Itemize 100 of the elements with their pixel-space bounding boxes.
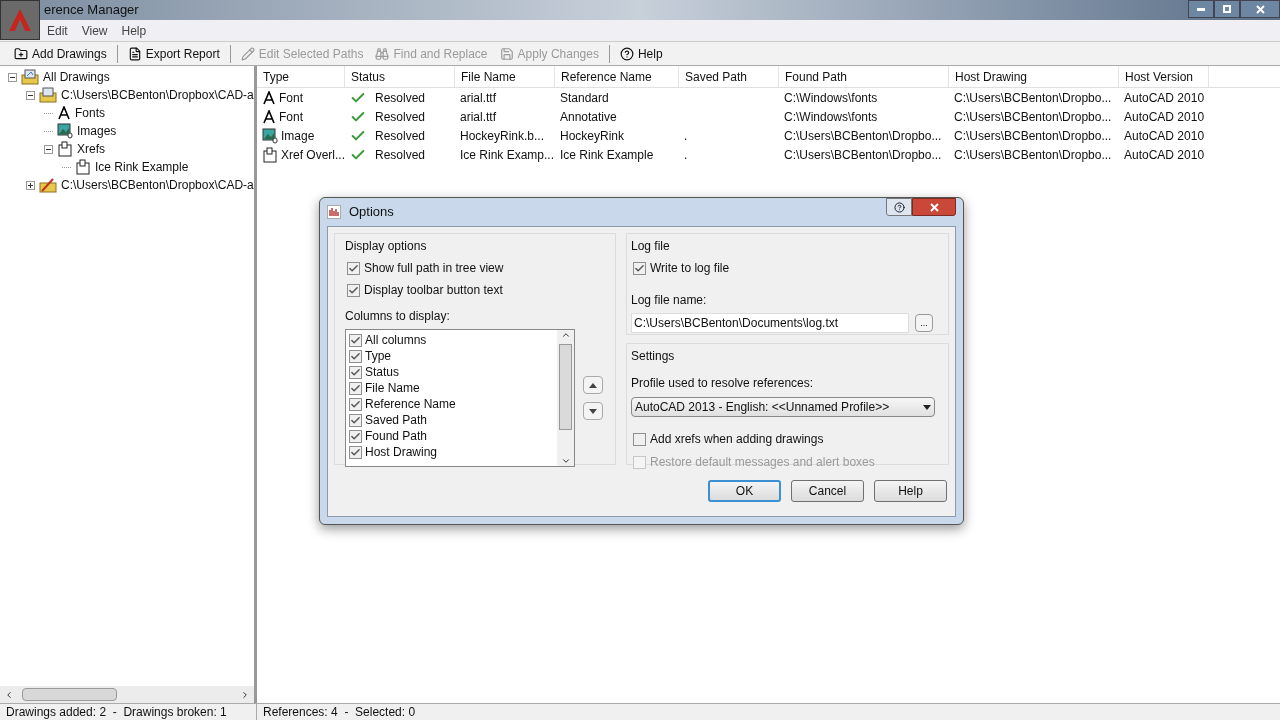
checkbox[interactable] [347, 283, 360, 297]
tree-item[interactable]: Ice Rink Example [95, 158, 189, 176]
tree-item[interactable]: All Drawings [43, 68, 110, 86]
restore-button[interactable] [1214, 0, 1240, 18]
table-cell-text: HockeyRink.b... [460, 127, 545, 145]
checkbox[interactable] [349, 445, 362, 459]
group-heading: Settings [631, 348, 676, 365]
checkbox[interactable] [633, 261, 646, 275]
checkbox[interactable] [349, 381, 362, 395]
list-item[interactable]: Status [365, 363, 400, 381]
tree-item[interactable]: C:\Users\BCBenton\Dropbox\CAD-a [61, 176, 254, 194]
drawing-file-icon [39, 87, 57, 103]
checkbox-label[interactable]: Write to log file [650, 259, 730, 277]
list-item[interactable]: All columns [365, 331, 427, 349]
table-cell-text: arial.ttf [460, 89, 496, 107]
column-header[interactable]: Saved Path [679, 66, 779, 87]
group-heading: Display options [345, 238, 428, 255]
table-cell-text: Resolved [375, 146, 426, 164]
table-cell-text: Resolved [375, 89, 426, 107]
field-label: Log file name: [631, 292, 708, 309]
checkbox[interactable] [633, 432, 646, 446]
list-item[interactable]: Saved Path [365, 411, 428, 429]
column-header[interactable]: Type [257, 66, 345, 87]
menu-item[interactable]: Help [114, 21, 154, 40]
table-cell-text: arial.ttf [460, 108, 496, 126]
group-heading: Log file [631, 238, 671, 255]
checkbox[interactable] [349, 413, 362, 427]
column-header[interactable]: Host Version [1119, 66, 1209, 87]
checkbox[interactable] [347, 261, 360, 275]
columns-list[interactable]: All columns Type Status File Name Reference Name Saved Path Found Path Host Drawing [345, 329, 575, 467]
close-icon [929, 202, 939, 212]
table-cell-text: Image [281, 127, 315, 145]
table-cell-text: C:\Windows\fonts [784, 89, 878, 107]
close-button[interactable] [1240, 0, 1280, 18]
status-text: References: 4 - Selected: 0 [262, 704, 417, 720]
tree-item[interactable]: Images [77, 122, 117, 140]
list-item[interactable]: Found Path [365, 427, 428, 445]
menu-item[interactable]: View [74, 21, 115, 40]
column-header[interactable]: Found Path [779, 66, 949, 87]
table-cell-text: Ice Rink Examp... [460, 146, 555, 164]
table-cell-text: Font [279, 108, 303, 126]
tree-item[interactable]: Fonts [75, 104, 105, 122]
table-cell-text: C:\Users\BCBenton\Dropbo... [954, 89, 1112, 107]
table-cell-text: Annotative [560, 108, 617, 126]
move-down-button[interactable] [583, 402, 603, 420]
browse-button[interactable]: ... [915, 314, 933, 332]
vertical-scrollbar[interactable] [557, 330, 574, 466]
table-cell-text: . [684, 127, 688, 145]
dialog-button[interactable]: Cancel [791, 480, 864, 502]
column-header[interactable]: Host Drawing [949, 66, 1119, 87]
list-item[interactable]: Reference Name [365, 395, 456, 413]
up-arrow-icon [589, 382, 597, 388]
move-up-button[interactable] [583, 376, 603, 394]
log-file-input[interactable]: C:\Users\BCBenton\Documents\log.txt [631, 313, 909, 333]
checkbox[interactable] [349, 365, 362, 379]
column-header[interactable]: Status [345, 66, 455, 87]
table-cell-text: AutoCAD 2010 [1124, 146, 1205, 164]
minimize-button[interactable] [1188, 0, 1214, 18]
dialog-button[interactable]: OK [708, 480, 781, 502]
table-cell-text: Xref Overl... [281, 146, 345, 164]
table-cell-text: Standard [560, 89, 609, 107]
xref-icon [57, 141, 73, 157]
table-cell-text: AutoCAD 2010 [1124, 108, 1205, 126]
checkbox-label[interactable]: Add xrefs when adding drawings [650, 430, 824, 448]
column-header[interactable]: File Name [455, 66, 555, 87]
toolbar-button[interactable]: Add Drawings [8, 42, 113, 65]
column-header[interactable]: Reference Name [555, 66, 679, 87]
profile-dropdown[interactable]: AutoCAD 2013 - English: <<Unnamed Profile>> [631, 397, 935, 417]
checkbox-label[interactable]: Show full path in tree view [364, 259, 504, 277]
checkbox[interactable] [349, 333, 362, 347]
scroll-right-icon[interactable] [240, 689, 250, 700]
expand-icon[interactable] [26, 180, 35, 190]
tree-item[interactable]: Xrefs [77, 140, 105, 158]
collapse-icon[interactable] [26, 90, 35, 100]
horizontal-scrollbar[interactable] [0, 686, 254, 703]
close-button[interactable] [912, 198, 956, 216]
table-cell-text: Resolved [375, 108, 426, 126]
table-cell-text: C:\Users\BCBenton\Dropbo... [954, 127, 1112, 145]
list-item[interactable]: File Name [365, 379, 420, 397]
collapse-icon[interactable] [44, 144, 53, 154]
checkbox[interactable] [349, 397, 362, 411]
list-item[interactable]: Host Drawing [365, 443, 438, 461]
scroll-up-icon[interactable] [560, 330, 571, 340]
toolbar-button[interactable]: Help [613, 42, 669, 65]
drawings-icon [21, 69, 39, 85]
table-cell-text: AutoCAD 2010 [1124, 89, 1205, 107]
tree-item[interactable]: C:\Users\BCBenton\Dropbox\CAD-a [61, 86, 254, 104]
menu-item[interactable]: Edit [40, 21, 75, 40]
toolbar-button[interactable]: Export Report [121, 42, 226, 65]
checkbox[interactable] [349, 349, 362, 363]
checkbox[interactable] [349, 429, 362, 443]
scroll-left-icon[interactable] [4, 689, 14, 700]
checkbox-label[interactable]: Display toolbar button text [364, 281, 503, 299]
save-icon [499, 46, 514, 61]
help-button[interactable] [886, 198, 912, 216]
collapse-icon[interactable] [8, 72, 17, 82]
scroll-down-icon[interactable] [560, 456, 571, 466]
table-cell-text: C:\Users\BCBenton\Dropbo... [954, 146, 1112, 164]
dialog-button[interactable]: Help [874, 480, 947, 502]
list-item[interactable]: Type [365, 347, 391, 365]
